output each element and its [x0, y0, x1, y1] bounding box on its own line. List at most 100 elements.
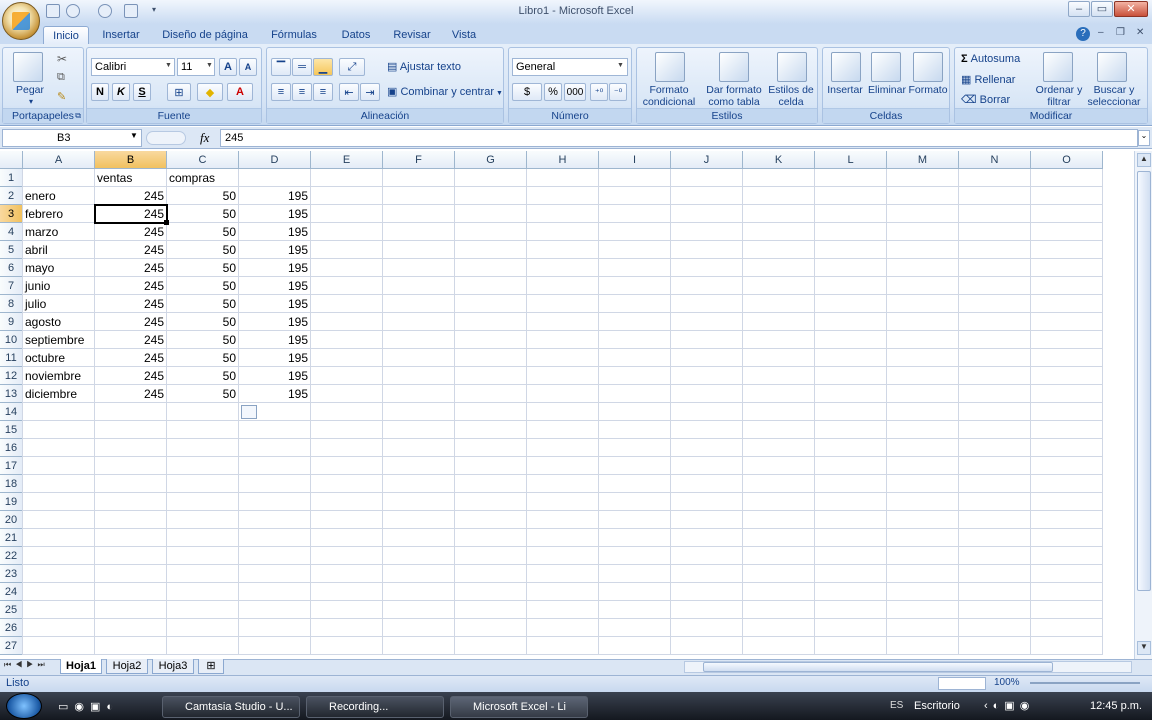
zoom-level[interactable]: 100%: [994, 677, 1020, 688]
horizontal-scrollbar[interactable]: [684, 661, 1132, 673]
thousands-button[interactable]: 000: [564, 83, 586, 101]
find-select-button[interactable]: Buscar y seleccionar: [1083, 84, 1145, 108]
fill-color-icon[interactable]: ◆: [197, 83, 223, 101]
cell-a10[interactable]: septiembre: [23, 331, 105, 349]
row-header-26[interactable]: 26: [0, 619, 23, 637]
vertical-scrollbar[interactable]: ▲ ▼: [1134, 151, 1152, 659]
cell-c12[interactable]: 50: [167, 367, 239, 385]
cell-d4[interactable]: 195: [239, 223, 311, 241]
grow-font-button[interactable]: A: [219, 58, 237, 76]
decrease-indent-icon[interactable]: ⇤: [339, 83, 359, 101]
fill-handle[interactable]: [164, 220, 169, 225]
cell-a9[interactable]: agosto: [23, 313, 105, 331]
cell-c10[interactable]: 50: [167, 331, 239, 349]
worksheet-grid[interactable]: A B C D E F G H I J K L M N O 1 2 3 4 5 6 7 8 9 10 11 12 13 14 15 16 17…: [0, 151, 1134, 659]
cell-a4[interactable]: marzo: [23, 223, 105, 241]
cell-b2[interactable]: 245: [95, 187, 167, 205]
cell-b12[interactable]: 245: [95, 367, 167, 385]
scroll-up-icon[interactable]: ▲: [1137, 153, 1151, 167]
number-format-combo[interactable]: General: [512, 58, 628, 76]
borders-icon[interactable]: ⊞: [167, 83, 191, 101]
row-header-11[interactable]: 11: [0, 349, 23, 367]
cell-c4[interactable]: 50: [167, 223, 239, 241]
scroll-thumb[interactable]: [1137, 171, 1151, 591]
cell-b10[interactable]: 245: [95, 331, 167, 349]
cell-a13[interactable]: diciembre: [23, 385, 105, 403]
format-cells-button[interactable]: Formato: [907, 84, 949, 96]
column-header-e[interactable]: E: [311, 151, 383, 169]
currency-button[interactable]: $: [512, 83, 542, 101]
cell-d7[interactable]: 195: [239, 277, 311, 295]
row-header-9[interactable]: 9: [0, 313, 23, 331]
sheet-tab-hoja2[interactable]: Hoja2: [106, 659, 148, 674]
row-header-18[interactable]: 18: [0, 475, 23, 493]
cell-d2[interactable]: 195: [239, 187, 311, 205]
insert-function-button[interactable]: fx: [200, 130, 209, 146]
column-header-c[interactable]: C: [167, 151, 239, 169]
column-header-b[interactable]: B: [95, 151, 167, 169]
dialog-launcher-icon[interactable]: ⧉: [75, 111, 81, 121]
cell-a2[interactable]: enero: [23, 187, 105, 205]
row-header-12[interactable]: 12: [0, 367, 23, 385]
column-header-m[interactable]: M: [887, 151, 959, 169]
tab-revisar[interactable]: Revisar: [386, 26, 438, 44]
select-all-corner[interactable]: [0, 151, 23, 169]
format-as-table-icon[interactable]: [719, 52, 749, 82]
cell-c7[interactable]: 50: [167, 277, 239, 295]
paste-options-icon[interactable]: [241, 405, 257, 419]
sheet-tab-hoja1[interactable]: Hoja1: [60, 659, 102, 674]
row-header-19[interactable]: 19: [0, 493, 23, 511]
paste-button-label[interactable]: Pegar: [9, 84, 51, 96]
paste-dropdown-icon[interactable]: ▾: [29, 96, 33, 108]
autosum-button[interactable]: Σ Autosuma: [961, 53, 1020, 65]
tab-insertar[interactable]: Insertar: [95, 26, 147, 44]
cell-d6[interactable]: 195: [239, 259, 311, 277]
format-cells-icon[interactable]: [913, 52, 943, 82]
column-header-j[interactable]: J: [671, 151, 743, 169]
workbook-close-icon[interactable]: ✕: [1136, 27, 1144, 38]
align-right-icon[interactable]: ≡: [313, 83, 333, 101]
cell-d5[interactable]: 195: [239, 241, 311, 259]
tab-datos[interactable]: Datos: [333, 26, 379, 44]
view-buttons-icon[interactable]: [938, 677, 986, 690]
row-header-13[interactable]: 13: [0, 385, 23, 403]
cell-a6[interactable]: mayo: [23, 259, 105, 277]
row-header-1[interactable]: 1: [0, 169, 23, 187]
bold-button[interactable]: N: [91, 83, 109, 101]
row-header-25[interactable]: 25: [0, 601, 23, 619]
formula-bar-handle-icon[interactable]: [146, 131, 186, 145]
row-header-16[interactable]: 16: [0, 439, 23, 457]
tab-inicio[interactable]: Inicio: [43, 26, 89, 44]
underline-button[interactable]: S: [133, 83, 151, 101]
delete-cells-button[interactable]: Eliminar: [865, 84, 909, 96]
copy-icon[interactable]: ⧉: [57, 71, 65, 84]
office-button[interactable]: [2, 2, 40, 40]
row-header-2[interactable]: 2: [0, 187, 23, 205]
cell-b4[interactable]: 245: [95, 223, 167, 241]
name-box[interactable]: B3: [2, 129, 142, 147]
ribbon-restore-icon[interactable]: ❐: [1116, 27, 1125, 38]
paste-icon[interactable]: [13, 52, 43, 82]
tray-icons-icon[interactable]: ‹◐▣◉: [984, 699, 1034, 712]
row-header-6[interactable]: 6: [0, 259, 23, 277]
insert-cells-button[interactable]: Insertar: [823, 84, 867, 96]
cell-d3[interactable]: 195: [239, 205, 311, 223]
fill-button[interactable]: ▦ Rellenar: [961, 73, 1015, 86]
font-dropdown-icon[interactable]: ▼: [165, 62, 172, 69]
cell-d13[interactable]: 195: [239, 385, 311, 403]
zoom-slider[interactable]: [1030, 682, 1140, 684]
row-header-23[interactable]: 23: [0, 565, 23, 583]
wrap-text-button[interactable]: ▤ Ajustar texto: [387, 60, 461, 73]
column-header-i[interactable]: I: [599, 151, 671, 169]
increase-indent-icon[interactable]: ⇥: [360, 83, 380, 101]
conditional-format-icon[interactable]: [655, 52, 685, 82]
sort-filter-icon[interactable]: [1043, 52, 1073, 82]
cell-c11[interactable]: 50: [167, 349, 239, 367]
cell-d9[interactable]: 195: [239, 313, 311, 331]
quick-launch-icon[interactable]: ▭◉▣◐: [58, 700, 119, 713]
cell-d11[interactable]: 195: [239, 349, 311, 367]
row-header-20[interactable]: 20: [0, 511, 23, 529]
align-left-icon[interactable]: ≡: [271, 83, 291, 101]
column-header-g[interactable]: G: [455, 151, 527, 169]
merge-center-button[interactable]: ▣ Combinar y centrar ▼: [387, 85, 503, 98]
